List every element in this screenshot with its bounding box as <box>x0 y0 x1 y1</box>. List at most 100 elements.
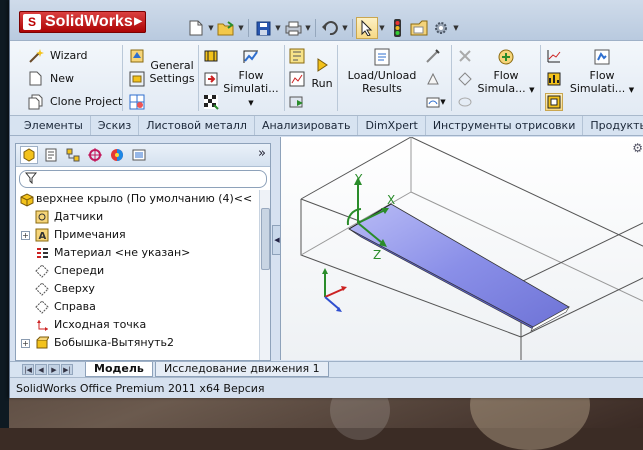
tree-root-part[interactable]: верхнее крыло (По умолчанию (4)<< <box>16 190 260 208</box>
flow-simulation-button-3[interactable]: Flow Simulati... ▼ <box>566 47 638 97</box>
batch-run-icon[interactable] <box>288 93 306 111</box>
first-tab-icon[interactable]: |◀ <box>22 364 34 375</box>
undo-dropdown-icon[interactable]: ▼ <box>341 17 349 39</box>
tree-item-material[interactable]: Материал <не указан> <box>16 244 260 262</box>
feature-tree-scrollbar[interactable] <box>259 190 270 360</box>
property-manager-tab-icon[interactable] <box>42 146 60 164</box>
panel-more-button[interactable]: » <box>258 146 266 161</box>
tree-item-origin[interactable]: Исходная точка <box>16 316 260 334</box>
svg-text:A: A <box>39 231 47 242</box>
tab-sheet-metal[interactable]: Листовой металл <box>139 116 255 135</box>
wing-model <box>348 203 570 332</box>
flow-simulation-3-label-a: Flow <box>589 69 615 82</box>
feature-filter-input[interactable] <box>19 170 267 188</box>
tab-motion-study[interactable]: Исследование движения 1 <box>155 362 329 377</box>
dimxpert-manager-tab-icon[interactable] <box>86 146 104 164</box>
file-properties-icon[interactable] <box>408 17 430 39</box>
goal-plot-icon[interactable] <box>545 70 563 88</box>
command-manager-tabs: Элементы Эскиз Листовой металл Анализиро… <box>10 116 643 136</box>
open-dropdown-icon[interactable]: ▼ <box>237 17 245 39</box>
general-settings-label-line2: Settings <box>149 72 195 85</box>
new-project-button[interactable]: New <box>27 70 74 87</box>
tree-item-sensors[interactable]: Датчики <box>16 208 260 226</box>
next-tab-icon[interactable]: ▶ <box>48 364 60 375</box>
xy-plot-icon[interactable] <box>545 47 563 65</box>
expand-icon[interactable]: + <box>21 231 30 240</box>
surface-plot-icon[interactable] <box>424 70 442 88</box>
flow-simulation-2-label-b-row: Simula... ▼ <box>476 82 536 97</box>
tree-item-label: Материал <не указан> <box>54 246 191 259</box>
computational-domain-icon[interactable] <box>128 70 146 88</box>
clone-project-button[interactable]: Clone Project <box>27 93 122 110</box>
tree-item-annotations[interactable]: + A Примечания <box>16 226 260 244</box>
last-tab-icon[interactable]: ▶| <box>61 364 73 375</box>
tree-item-label: Исходная точка <box>54 318 147 331</box>
save-icon[interactable] <box>252 17 274 39</box>
tab-dimxpert[interactable]: DimXpert <box>358 116 426 135</box>
boundary-condition-icon[interactable] <box>202 47 220 65</box>
options-icon[interactable] <box>430 17 452 39</box>
tab-sketch[interactable]: Эскиз <box>91 116 140 135</box>
flow-simulation-display-icon <box>591 47 613 67</box>
open-icon[interactable] <box>215 17 237 39</box>
flow-simulation-3-label-b: Simulati... <box>569 82 626 95</box>
solver-monitor-icon[interactable] <box>288 70 306 88</box>
rebuild-icon[interactable] <box>386 17 408 39</box>
tab-model[interactable]: Модель <box>85 362 153 377</box>
flow-simulation-button-2[interactable]: Flow Simula... ▼ <box>476 47 536 97</box>
new-icon[interactable] <box>185 17 207 39</box>
tree-item-top-plane[interactable]: Сверху <box>16 280 260 298</box>
results-dropdown-icon[interactable]: ▼ <box>438 93 448 111</box>
tab-render-tools[interactable]: Инструменты отрисовки <box>426 116 584 135</box>
undo-icon[interactable] <box>319 17 341 39</box>
mesh-settings-icon[interactable] <box>128 93 146 111</box>
wizard-button[interactable]: Wizard <box>27 47 88 64</box>
point-parameters-icon[interactable] <box>456 70 474 88</box>
print-icon[interactable] <box>282 17 304 39</box>
select-dropdown-icon[interactable]: ▼ <box>378 17 386 39</box>
load-results-icon <box>371 47 393 67</box>
tab-evaluate[interactable]: Анализировать <box>255 116 359 135</box>
flow-simulation-1-dropdown-icon: ▼ <box>248 99 254 107</box>
select-icon[interactable] <box>356 17 378 39</box>
load-unload-results-button[interactable]: Load/Unload Results <box>340 47 424 95</box>
expand-icon[interactable]: + <box>21 339 30 348</box>
bottom-tab-bar: |◀ ◀ ▶ ▶| Модель Исследование движения 1 <box>10 361 643 377</box>
tree-item-front-plane[interactable]: Спереди <box>16 262 260 280</box>
feature-manager-tab-icon[interactable] <box>20 146 38 164</box>
tree-item-label: Сверху <box>54 282 95 295</box>
options-dropdown-icon[interactable]: ▼ <box>452 17 460 39</box>
scrollbar-thumb[interactable] <box>261 208 270 270</box>
calculation-control-icon[interactable] <box>288 47 306 65</box>
general-settings-button[interactable]: General Settings <box>148 59 196 85</box>
tab-features[interactable]: Элементы <box>10 116 91 135</box>
tree-item-label: Бобышка-Вытянуть2 <box>54 336 175 349</box>
goals-icon[interactable] <box>202 93 220 111</box>
fan-icon[interactable] <box>202 70 220 88</box>
tree-item-boss-extrude[interactable]: + Бобышка-Вытянуть2 <box>16 334 260 352</box>
flow-trajectories-icon[interactable] <box>456 47 474 65</box>
flow-project-icon[interactable] <box>128 47 146 65</box>
flow-simulation-button-1[interactable]: Flow Simulati... ▼ <box>222 47 280 110</box>
new-dropdown-icon[interactable]: ▼ <box>207 17 215 39</box>
load-unload-label-line1: Load/Unload <box>347 69 417 82</box>
surface-parameters-icon[interactable] <box>456 93 474 111</box>
sensors-icon <box>34 209 50 225</box>
flow-simulation-tab-icon[interactable] <box>130 146 148 164</box>
tree-item-right-plane[interactable]: Справа <box>16 298 260 316</box>
panel-tabs: » <box>16 144 270 167</box>
prev-tab-icon[interactable]: ◀ <box>35 364 47 375</box>
tab-products[interactable]: Продукты <box>583 116 643 135</box>
wizard-icon <box>27 47 44 64</box>
configuration-manager-tab-icon[interactable] <box>64 146 82 164</box>
run-button[interactable]: Run <box>310 55 334 90</box>
flow-simulation-1-label-b: Simulati... <box>223 82 279 95</box>
clone-project-label: Clone Project <box>50 95 123 108</box>
display-project-icon[interactable] <box>545 93 563 111</box>
graphics-viewport[interactable]: ⚙ Y X Z <box>280 137 643 360</box>
print-dropdown-icon[interactable]: ▼ <box>304 17 312 39</box>
display-manager-tab-icon[interactable] <box>108 146 126 164</box>
solidworks-menu-button[interactable]: S SolidWorks ▶ <box>19 11 146 33</box>
save-dropdown-icon[interactable]: ▼ <box>274 17 282 39</box>
cut-plot-icon[interactable] <box>424 47 442 65</box>
